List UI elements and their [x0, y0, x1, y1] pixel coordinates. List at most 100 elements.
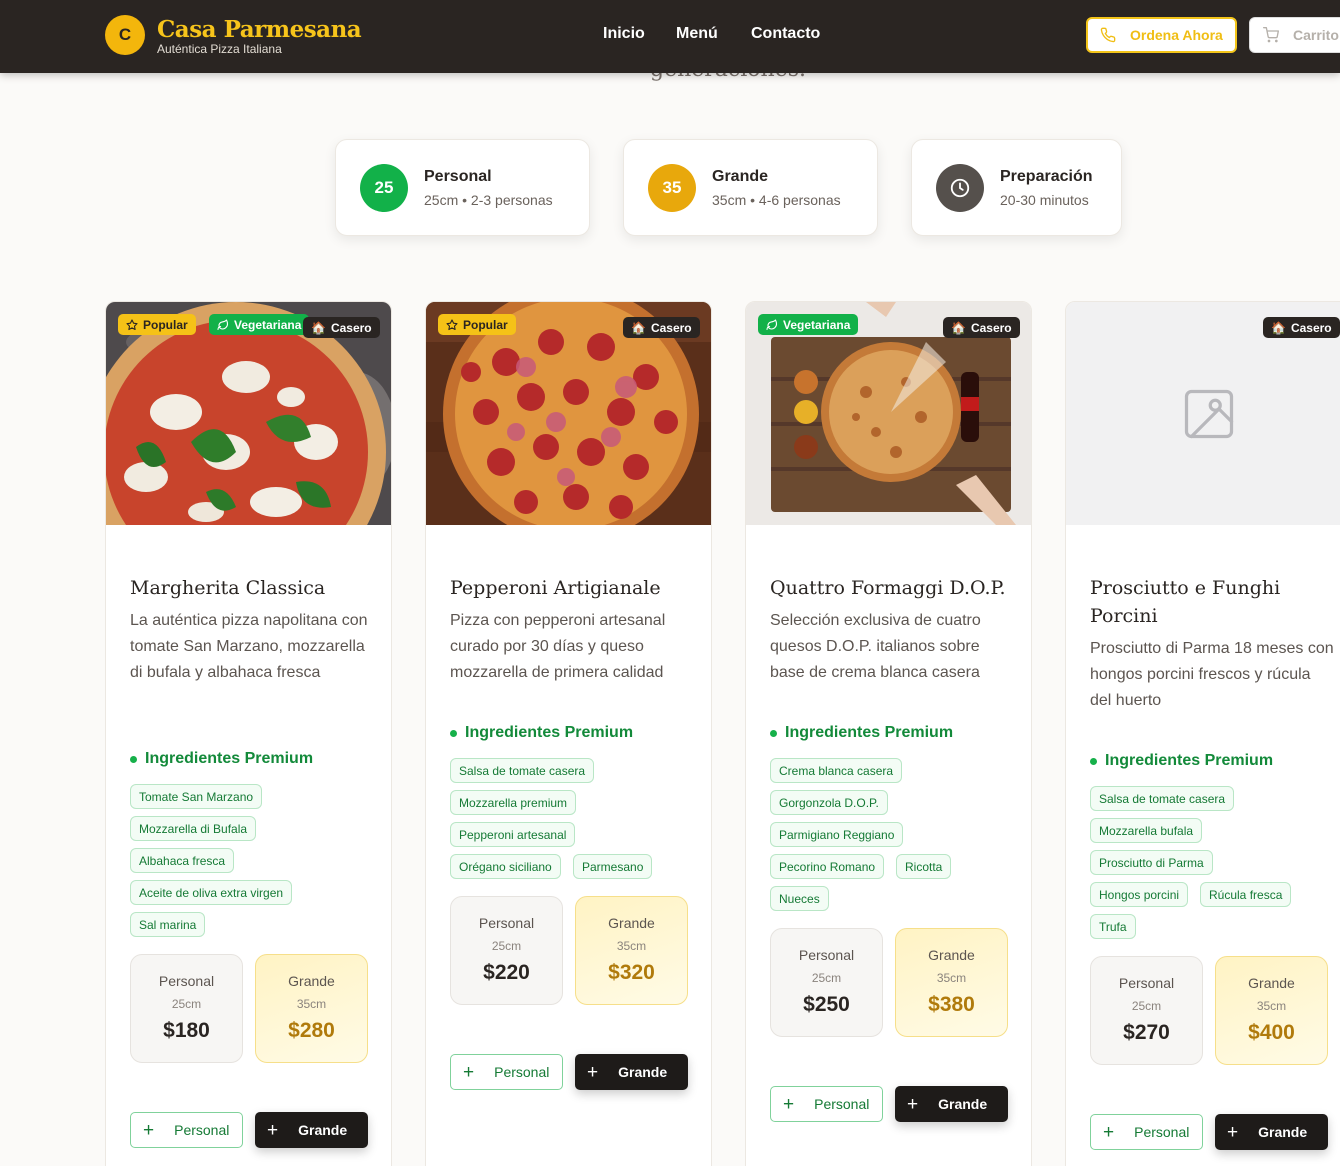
- ingredient-chip: Prosciutto di Parma: [1090, 850, 1213, 875]
- ingredient-chip: Tomate San Marzano: [130, 784, 263, 809]
- price-amount: $220: [483, 961, 530, 984]
- ingredient-chip: Pecorino Romano: [770, 854, 885, 879]
- plus-icon: +: [463, 1061, 475, 1083]
- add-grande-button[interactable]: + Grande: [255, 1112, 368, 1148]
- nav-contacto[interactable]: Contacto: [751, 25, 820, 43]
- pizza-title: Pepperoni Artigianale: [450, 577, 661, 599]
- add-personal-label: Personal: [1134, 1124, 1190, 1140]
- cart-icon: [1263, 27, 1279, 43]
- add-personal-label: Personal: [174, 1122, 230, 1138]
- price-size-label: Personal: [158, 973, 215, 989]
- ingredients-heading-label: Ingredientes Premium: [785, 724, 954, 741]
- price-size-cm: 35cm: [296, 997, 327, 1011]
- house-icon: 🏠: [1271, 320, 1286, 335]
- order-now-button[interactable]: Ordena Ahora: [1086, 17, 1237, 53]
- price-size-cm: 25cm: [491, 939, 522, 953]
- price-personal: Personal 25cm $250: [770, 928, 883, 1037]
- badge-casero: 🏠 Casero: [1263, 317, 1340, 338]
- ingredient-chip: Crema blanca casera: [770, 758, 903, 783]
- add-grande-label: Grande: [298, 1122, 348, 1138]
- nav-inicio[interactable]: Inicio: [603, 25, 645, 43]
- logo-badge: C: [105, 15, 145, 55]
- ingredients-heading: Ingredientes Premium: [1090, 752, 1273, 770]
- ingredient-chip: Ricotta: [896, 854, 952, 879]
- add-personal-label: Personal: [494, 1064, 550, 1080]
- price-size-cm: 35cm: [1256, 999, 1287, 1013]
- add-personal-button[interactable]: + Personal: [1090, 1114, 1203, 1150]
- pizza-card-pepperoni: Popular 🏠 Casero Pepperoni Artigianale P…: [425, 301, 712, 1166]
- ingredient-chip: Pepperoni artesanal: [450, 822, 576, 847]
- info-subtitle: 25cm • 2-3 personas: [424, 192, 553, 208]
- house-icon: 🏠: [631, 320, 646, 335]
- site-header: C Casa Parmesana Auténtica Pizza Italian…: [0, 0, 1340, 73]
- pizza-description: Pizza con pepperoni artesanal curado por…: [450, 612, 666, 681]
- badge-casero: 🏠 Casero: [303, 317, 380, 338]
- add-personal-button[interactable]: + Personal: [450, 1054, 563, 1090]
- badge-popular: Popular: [118, 314, 196, 335]
- ingredients-heading-label: Ingredientes Premium: [1105, 752, 1274, 769]
- info-card-grande: 35 Grande 35cm • 4-6 personas: [623, 139, 878, 236]
- price-grande: Grande 35cm $280: [255, 954, 368, 1063]
- star-icon: [126, 318, 138, 330]
- star-icon: [446, 318, 458, 330]
- pizza-card-prosciutto: 🏠 Casero Prosciutto e Funghi Porcini Pro…: [1065, 301, 1340, 1166]
- price-size-label: Grande: [1248, 975, 1295, 991]
- pizza-card-quattro-formaggi: Vegetariana 🏠 Casero Quattro Formaggi D.…: [745, 301, 1032, 1166]
- price-personal: Personal 25cm $220: [450, 896, 563, 1005]
- ingredient-chip: Aceite de oliva extra virgen: [130, 880, 293, 905]
- add-grande-button[interactable]: + Grande: [1215, 1114, 1328, 1150]
- add-grande-label: Grande: [1258, 1124, 1308, 1140]
- leaf-icon: [217, 318, 229, 330]
- badge-label: Casero: [330, 320, 372, 335]
- pizza-title: Margherita Classica: [130, 577, 326, 599]
- ingredient-chip: Mozzarella di Bufala: [130, 816, 257, 841]
- house-icon: 🏠: [951, 320, 966, 335]
- price-size-label: Personal: [478, 915, 535, 931]
- ingredient-chip: Trufa: [1090, 914, 1136, 939]
- add-grande-label: Grande: [618, 1064, 668, 1080]
- add-personal-button[interactable]: + Personal: [770, 1086, 883, 1122]
- price-size-cm: 35cm: [936, 971, 967, 985]
- add-grande-button[interactable]: + Grande: [895, 1086, 1008, 1122]
- info-subtitle: 20-30 minutos: [1000, 192, 1089, 208]
- ingredient-chip: Rúcula fresca: [1200, 882, 1292, 907]
- price-amount: $250: [803, 993, 850, 1016]
- price-size-cm: 25cm: [1131, 999, 1162, 1013]
- plus-icon: +: [267, 1119, 279, 1141]
- house-icon: 🏠: [311, 320, 326, 335]
- price-grande: Grande 35cm $320: [575, 896, 688, 1005]
- price-size-label: Grande: [608, 915, 655, 931]
- leaf-icon: [766, 318, 778, 330]
- badge-label: Popular: [143, 317, 188, 332]
- plus-icon: +: [783, 1093, 795, 1115]
- price-personal: Personal 25cm $270: [1090, 956, 1203, 1065]
- brand-name[interactable]: Casa Parmesana: [157, 16, 362, 43]
- ingredient-chip: Albahaca fresca: [130, 848, 235, 873]
- ingredient-chip: Sal marina: [130, 912, 206, 937]
- add-grande-button[interactable]: + Grande: [575, 1054, 688, 1090]
- plus-icon: +: [143, 1119, 155, 1141]
- add-personal-button[interactable]: + Personal: [130, 1112, 243, 1148]
- nav-menu[interactable]: Menú: [676, 25, 718, 43]
- info-subtitle: 35cm • 4-6 personas: [712, 192, 841, 208]
- order-now-label: Ordena Ahora: [1130, 27, 1223, 43]
- price-size-cm: 25cm: [811, 971, 842, 985]
- info-title: Personal: [424, 168, 492, 185]
- badge-label: Popular: [463, 317, 508, 332]
- badge-label: Vegetariana: [234, 317, 302, 332]
- cart-label: Carrito: [1293, 27, 1339, 43]
- badge-label: Vegetariana: [783, 317, 851, 332]
- brand-tagline: Auténtica Pizza Italiana: [157, 42, 282, 56]
- ingredient-chip: Mozzarella bufala: [1090, 818, 1203, 843]
- plus-icon: +: [907, 1093, 919, 1115]
- pizza-description: Prosciutto di Parma 18 meses con hongos …: [1090, 640, 1334, 709]
- badge-popular: Popular: [438, 314, 516, 335]
- ingredient-chip: Orégano siciliano: [450, 854, 561, 879]
- badge-vegetariana: Vegetariana: [209, 314, 310, 335]
- price-grande: Grande 35cm $380: [895, 928, 1008, 1037]
- price-amount: $270: [1123, 1021, 1170, 1044]
- ingredients-heading: Ingredientes Premium: [450, 724, 633, 742]
- price-amount: $380: [928, 993, 975, 1016]
- cart-button[interactable]: Carrito: [1249, 17, 1340, 53]
- price-size-label: Grande: [928, 947, 975, 963]
